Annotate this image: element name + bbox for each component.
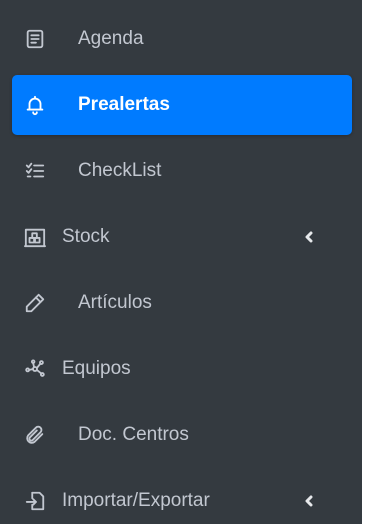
sidebar-item-label: Doc. Centros (78, 424, 189, 445)
sidebar-item-label: Equipos (62, 358, 131, 379)
sidebar-item-label: Prealertas (78, 94, 170, 115)
sidebar-item-checklist[interactable]: CheckList (12, 141, 352, 201)
sidebar-item-agenda[interactable]: Agenda (12, 9, 352, 69)
book-icon (24, 27, 58, 51)
sidebar-item-stock[interactable]: Stock (12, 207, 352, 267)
sidebar-item-doc-centros[interactable]: Doc. Centros (12, 405, 352, 465)
warehouse-icon (24, 225, 58, 249)
sidebar-item-label: CheckList (78, 160, 162, 181)
import-export-icon (24, 489, 58, 513)
sidebar: Agenda Prealertas CheckList Stock Artícu… (0, 0, 362, 524)
sidebar-item-label: Agenda (78, 28, 144, 49)
bell-icon (24, 93, 58, 117)
sidebar-item-label: Artículos (78, 292, 152, 313)
sidebar-item-label: Importar/Exportar (62, 490, 210, 511)
sidebar-item-equipos[interactable]: Equipos (12, 339, 352, 399)
pencil-icon (24, 291, 58, 315)
network-icon (24, 357, 58, 381)
checklist-icon (24, 159, 58, 183)
sidebar-item-importar-exportar[interactable]: Importar/Exportar (12, 471, 352, 531)
sidebar-item-prealertas[interactable]: Prealertas (12, 75, 352, 135)
sidebar-item-articulos[interactable]: Artículos (12, 273, 352, 333)
sidebar-nav: Agenda Prealertas CheckList Stock Artícu… (0, 9, 362, 531)
chevron-left-icon[interactable] (302, 230, 316, 244)
sidebar-item-label: Stock (62, 226, 110, 247)
paperclip-icon (24, 423, 58, 447)
chevron-left-icon[interactable] (302, 494, 316, 508)
